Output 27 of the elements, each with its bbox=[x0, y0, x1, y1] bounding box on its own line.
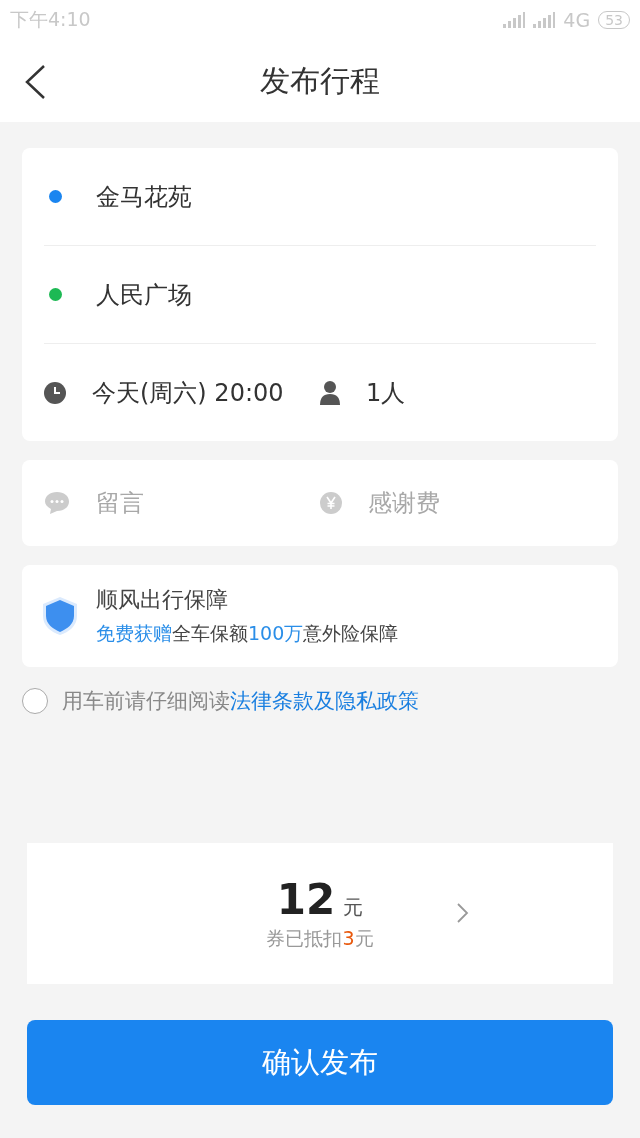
agreement-checkbox[interactable] bbox=[22, 688, 48, 714]
confirm-button[interactable]: 确认发布 bbox=[27, 1020, 613, 1105]
fee-field[interactable]: 感谢费 bbox=[368, 489, 528, 517]
signal-icon bbox=[533, 12, 556, 28]
price-amount: 12 bbox=[276, 875, 336, 924]
back-icon[interactable] bbox=[24, 65, 46, 99]
insurance-card[interactable]: 顺风出行保障 免费获赠全车保额100万意外险保障 bbox=[22, 565, 618, 667]
message-field[interactable]: 留言 bbox=[96, 489, 256, 517]
insurance-title: 顺风出行保障 bbox=[96, 586, 229, 614]
stop-name[interactable]: 人民广场 bbox=[96, 278, 192, 311]
insurance-description: 免费获赠全车保额100万意外险保障 bbox=[96, 621, 399, 646]
clock-icon bbox=[44, 381, 66, 404]
departure-time[interactable]: 今天(周六) 20:00 bbox=[92, 376, 284, 409]
passenger-count[interactable]: 1人 bbox=[366, 376, 406, 409]
shield-icon bbox=[42, 596, 78, 636]
page-title: 发布行程 bbox=[260, 61, 380, 100]
agreement-text: 用车前请仔细阅读法律条款及隐私政策 bbox=[62, 688, 419, 715]
yen-icon bbox=[320, 492, 342, 514]
price-card[interactable]: 12 元 券已抵扣3元 bbox=[27, 843, 613, 984]
stop-name[interactable]: 金马花苑 bbox=[96, 180, 192, 213]
signal-icon bbox=[503, 12, 526, 28]
chevron-right-icon bbox=[457, 903, 469, 923]
discount-note: 券已抵扣3元 bbox=[266, 926, 374, 951]
terms-link[interactable]: 法律条款及隐私政策 bbox=[230, 689, 419, 713]
price-unit: 元 bbox=[343, 894, 364, 921]
person-icon bbox=[320, 380, 340, 405]
chat-bubble-icon bbox=[44, 491, 70, 515]
